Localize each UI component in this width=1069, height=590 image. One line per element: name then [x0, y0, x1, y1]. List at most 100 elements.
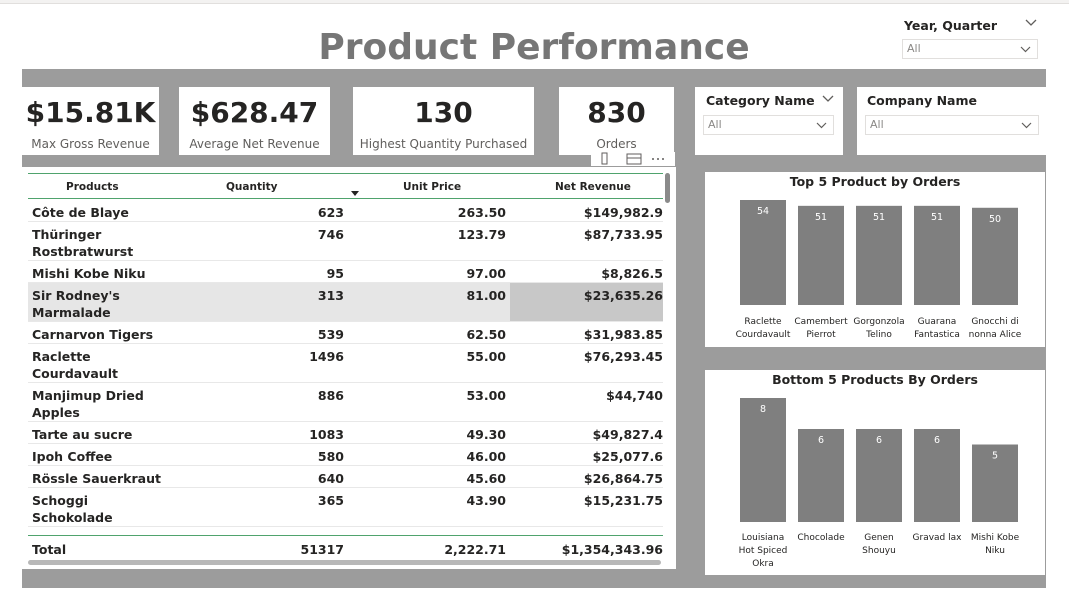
kpi-value: $628.47: [190, 96, 319, 129]
x-axis-label: Camembert Pierrot: [794, 317, 848, 340]
cell-unit-price: 46.00: [466, 449, 506, 464]
cell-unit-price: 123.79: [457, 227, 506, 242]
cell-net-revenue: $76,293.45: [583, 349, 663, 364]
cell-product: Ipoh Coffee: [32, 448, 192, 465]
cell-product-line1: Sir Rodney's: [32, 288, 120, 303]
cell-product-line1: Manjimup Dried: [32, 388, 144, 403]
cell-unit-price: 45.60: [466, 471, 506, 486]
kpi-card-max-gross-revenue: $15.81K Max Gross Revenue: [22, 87, 159, 155]
category-dropdown-value: All: [708, 118, 722, 131]
company-slicer-title: Company Name: [867, 93, 977, 108]
cell-product: Manjimup Dried Apples: [32, 387, 192, 421]
kpi-value: 130: [414, 96, 473, 129]
top-5-bar-chart: 54 Raclette Courdavault 51 Camembert Pierrot 5…: [736, 200, 1022, 340]
cell-unit-price: 55.00: [466, 349, 506, 364]
column-header-quantity[interactable]: Quantity: [226, 181, 277, 193]
table-row[interactable]: Côte de Blaye 623 263.50 $149,982.9: [28, 200, 663, 222]
cell-product-line1: Schoggi: [32, 493, 89, 508]
table-row[interactable]: Manjimup Dried Apples 886 53.00 $44,740: [28, 383, 663, 422]
column-header-net-revenue[interactable]: Net Revenue: [555, 181, 631, 193]
table-row[interactable]: Rössle Sauerkraut 640 45.60 $26,864.75: [28, 466, 663, 488]
data-label: 51: [815, 212, 827, 223]
cell-product: Rössle Sauerkraut: [32, 470, 192, 487]
x-axis-label: Gorgonzola Telino: [853, 317, 904, 340]
sort-descending-icon[interactable]: [351, 191, 359, 197]
cell-product: Carnarvon Tigers: [32, 326, 192, 343]
visual-header-toolbar: [591, 152, 675, 166]
kpi-label: Average Net Revenue: [189, 137, 320, 151]
total-label: Total: [32, 542, 67, 557]
chart-bar[interactable]: [740, 398, 786, 522]
cell-product-line1: Ipoh Coffee: [32, 449, 113, 464]
bottom-5-bar-chart: 8 Louisiana Hot Spiced Okra 6 Chocolade 6 Genen…: [739, 398, 1020, 569]
chevron-down-icon[interactable]: [1025, 19, 1037, 27]
cell-net-revenue: $44,740: [606, 388, 663, 403]
table-row[interactable]: Thüringer Rostbratwurst 746 123.79 $87,733.9…: [28, 222, 663, 261]
cell-product: Thüringer Rostbratwurst: [32, 226, 192, 260]
chevron-down-icon[interactable]: [822, 95, 834, 103]
cell-product: Tarte au sucre: [32, 426, 192, 443]
table-row[interactable]: Mishi Kobe Niku 95 97.00 $8,826.5: [28, 261, 663, 283]
cell-product-line2: Courdavault: [32, 366, 118, 381]
company-dropdown[interactable]: All: [865, 115, 1039, 135]
cell-quantity: 746: [317, 227, 344, 242]
report-page: Product Performance Year, Quarter All $1…: [0, 0, 1069, 590]
year-quarter-slicer-title: Year, Quarter: [904, 18, 997, 33]
header-banner: Product Performance: [22, 12, 1046, 69]
cell-quantity: 640: [317, 471, 344, 486]
data-label: 50: [989, 214, 1001, 225]
cell-product-line1: Rössle Sauerkraut: [32, 471, 161, 486]
category-slicer: Category Name All: [695, 87, 843, 155]
cell-product-line2: Schokolade: [32, 510, 113, 525]
cell-product-line2: Apples: [32, 405, 80, 420]
kpi-card-average-net-revenue: $628.47 Average Net Revenue: [179, 87, 330, 155]
data-label: 51: [873, 212, 885, 223]
cell-product-line1: Carnarvon Tigers: [32, 327, 154, 342]
kpi-label: Orders: [596, 137, 637, 151]
cell-unit-price: 49.30: [466, 427, 506, 442]
column-header-products[interactable]: Products: [66, 181, 119, 193]
product-table: Products Quantity Unit Price Net Revenue…: [22, 167, 676, 569]
cell-product-line1: Raclette: [32, 349, 91, 364]
x-axis-label: Louisiana Hot Spiced Okra: [739, 533, 788, 569]
cell-quantity: 1083: [309, 427, 344, 442]
cell-quantity: 1496: [309, 349, 344, 364]
cell-product: Sir Rodney's Marmalade: [32, 287, 192, 321]
table-row[interactable]: Raclette Courdavault 1496 55.00 $76,293.45: [28, 344, 663, 383]
cell-net-revenue: $8,826.5: [601, 266, 663, 281]
column-header-unit-price[interactable]: Unit Price: [403, 181, 461, 193]
horizontal-scrollbar[interactable]: [28, 560, 661, 565]
cell-unit-price: 62.50: [466, 327, 506, 342]
cell-product-line2: Marmalade: [32, 305, 111, 320]
cell-product-line1: Côte de Blaye: [32, 205, 129, 220]
cell-product: Mishi Kobe Niku: [32, 265, 192, 282]
total-unit-price: 2,222.71: [444, 542, 506, 557]
category-dropdown[interactable]: All: [703, 115, 834, 135]
table-row[interactable]: Ipoh Coffee 580 46.00 $25,077.6: [28, 444, 663, 466]
data-label: 51: [931, 212, 943, 223]
cell-unit-price: 53.00: [466, 388, 506, 403]
table-row[interactable]: Schoggi Schokolade 365 43.90 $15,231.75: [28, 488, 663, 527]
table-row[interactable]: Carnarvon Tigers 539 62.50 $31,983.85: [28, 322, 663, 344]
kpi-label: Highest Quantity Purchased: [359, 137, 528, 151]
chevron-down-icon: [1020, 46, 1031, 53]
table-row[interactable]: Sir Rodney's Marmalade 313 81.00 $23,635.26: [28, 283, 663, 322]
vertical-scrollbar[interactable]: [665, 173, 670, 203]
x-axis-label: Gnocchi di nonna Alice: [969, 317, 1022, 340]
x-axis-label: Chocolade: [797, 533, 845, 543]
year-quarter-dropdown[interactable]: All: [902, 39, 1038, 59]
table-header: Products Quantity Unit Price Net Revenue: [28, 173, 663, 199]
year-quarter-dropdown-value: All: [907, 42, 921, 55]
data-label: 54: [757, 206, 769, 217]
x-axis-label: Gravad lax: [913, 533, 963, 543]
cell-quantity: 539: [317, 327, 344, 342]
cell-product-line2: Rostbratwurst: [32, 244, 134, 259]
data-label: 6: [934, 435, 940, 446]
table-row[interactable]: Tarte au sucre 1083 49.30 $49,827.4: [28, 422, 663, 444]
cell-unit-price: 263.50: [457, 205, 506, 220]
kpi-card-highest-quantity: 130 Highest Quantity Purchased: [353, 87, 534, 155]
x-axis-label: Mishi Kobe Niku: [971, 533, 1020, 556]
cell-net-revenue: $87,733.95: [583, 227, 663, 242]
page-title: Product Performance: [318, 27, 750, 68]
cell-unit-price: 43.90: [466, 493, 506, 508]
